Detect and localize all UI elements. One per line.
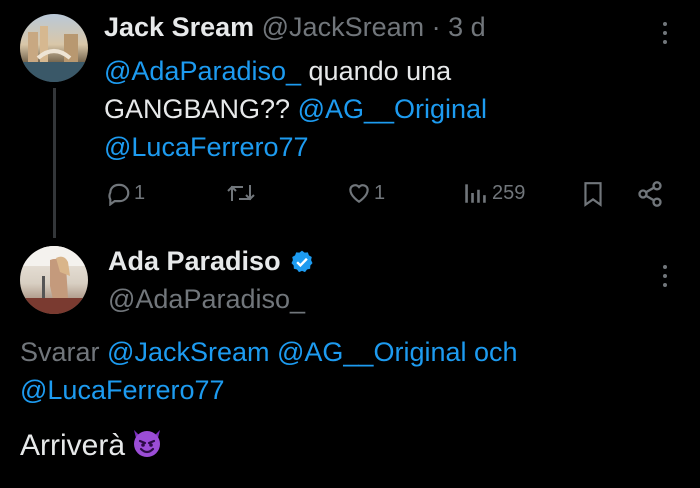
- mention-link[interactable]: @JackSream: [107, 337, 269, 367]
- author-handle[interactable]: @AdaParadiso_: [108, 284, 305, 315]
- reply-button[interactable]: 1: [106, 180, 145, 206]
- bookmark-button[interactable]: [580, 180, 606, 208]
- avatar[interactable]: [20, 14, 88, 82]
- mention-link[interactable]: @LucaFerrero77: [20, 375, 225, 405]
- verified-badge-icon: [291, 250, 313, 272]
- analytics-icon: [465, 184, 486, 203]
- reply-icon: [108, 183, 130, 206]
- avatar[interactable]: [20, 246, 88, 314]
- retweet-icon: [227, 185, 255, 201]
- mention-link[interactable]: @AG__Original: [298, 94, 488, 124]
- tweet-text-part: quando una: [301, 56, 452, 86]
- tweet-time[interactable]: 3 d: [448, 12, 486, 42]
- like-count: 1: [374, 181, 386, 204]
- reply-header: Ada Paradiso: [108, 246, 315, 277]
- replying-to: Svarar @JackSream @AG__Original och @Luc…: [20, 333, 680, 409]
- more-options-icon[interactable]: [663, 265, 669, 292]
- author-handle[interactable]: @JackSream: [262, 12, 424, 42]
- author-name[interactable]: Jack Sream: [104, 12, 254, 42]
- bookmark-icon: [584, 182, 602, 207]
- tweet-text-part: GANGBANG??: [104, 94, 298, 124]
- reply-text: Arriverà 😈: [20, 424, 165, 468]
- replying-label: Svarar: [20, 337, 108, 367]
- replying-conjunction: och: [474, 337, 518, 367]
- author-name[interactable]: Ada Paradiso: [108, 246, 281, 277]
- reply-text-body: Arriverà: [20, 429, 126, 462]
- separator: ·: [431, 12, 441, 42]
- smiling-devil-emoji: 😈: [129, 424, 165, 468]
- heart-icon: [349, 184, 369, 203]
- tweet-text: @AdaParadiso_ quando una GANGBANG?? @AG_…: [104, 52, 644, 166]
- reply-count: 1: [134, 181, 146, 204]
- more-options-icon[interactable]: [663, 22, 669, 49]
- share-button[interactable]: [636, 180, 664, 208]
- mention-link[interactable]: @AG__Original: [277, 337, 467, 367]
- mention-link[interactable]: @AdaParadiso_: [104, 56, 301, 86]
- thread-line: [53, 88, 56, 238]
- views-button[interactable]: 259: [462, 180, 525, 206]
- tweet-header: Jack Sream @JackSream · 3 d: [104, 12, 486, 43]
- like-button[interactable]: 1: [346, 180, 385, 206]
- retweet-button[interactable]: [226, 180, 256, 206]
- mention-link[interactable]: @LucaFerrero77: [104, 132, 309, 162]
- views-count: 259: [492, 181, 526, 204]
- share-icon: [638, 181, 662, 207]
